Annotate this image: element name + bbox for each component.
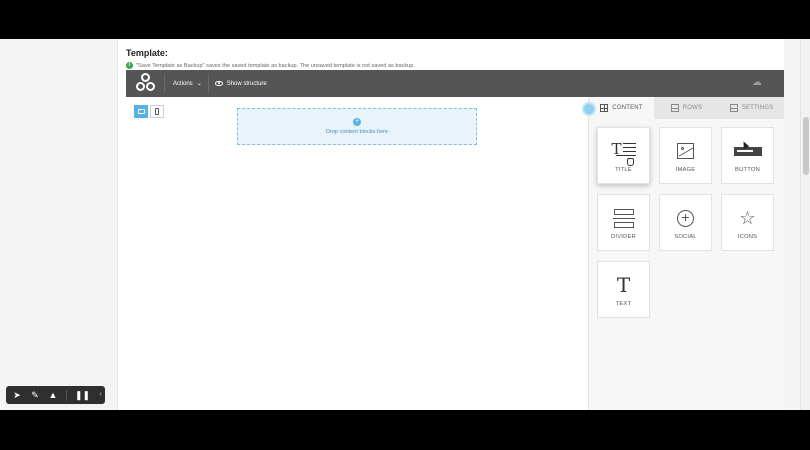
mobile-view-button[interactable]	[150, 105, 164, 118]
block-image[interactable]: IMAGE	[659, 127, 712, 184]
monitor-icon	[137, 109, 145, 114]
annotation-toolbar: ➤ ✎ ▲ ❚❚ ‹	[6, 386, 105, 404]
phone-icon	[155, 108, 159, 115]
content-dropzone[interactable]: + Drop content blocks here	[237, 108, 477, 145]
tab-rows-label: ROWS	[682, 105, 703, 111]
highlighter-icon[interactable]: ▲	[48, 390, 58, 400]
block-label: TEXT	[615, 301, 632, 307]
hand-cursor-icon	[626, 158, 634, 166]
image-icon	[677, 143, 694, 159]
text-icon: T	[616, 273, 631, 297]
template-heading: Template:	[126, 48, 168, 58]
block-divider[interactable]: DIVIDER	[597, 194, 650, 251]
dropzone-label: Drop content blocks here	[325, 129, 389, 135]
social-icon: +	[677, 209, 694, 227]
scrollbar-thumb[interactable]	[803, 117, 809, 175]
toolbar-divider	[207, 75, 209, 92]
chevron-down-icon: ⌄	[196, 81, 202, 87]
block-label: ICONS	[737, 234, 758, 240]
actions-label: Actions	[173, 80, 193, 87]
show-structure-toggle[interactable]: Show structure	[214, 80, 267, 87]
block-text[interactable]: T TEXT	[597, 261, 650, 318]
tab-settings-label: SETTINGS	[741, 105, 774, 111]
rows-icon	[670, 104, 679, 112]
tab-content-label: CONTENT	[612, 105, 643, 111]
toolbar-divider	[164, 75, 165, 92]
device-toggle	[134, 105, 164, 118]
info-icon: i	[126, 62, 133, 69]
backup-note-text: "Save Template as Backup" saves the save…	[136, 62, 415, 69]
button-icon	[733, 146, 762, 156]
cloud-upload-icon[interactable]: ☁	[752, 78, 764, 88]
grid-icon	[600, 104, 609, 112]
toolbar-divider	[66, 389, 67, 401]
email-canvas: + Drop content blocks here	[126, 97, 588, 410]
tab-rows[interactable]: ROWS	[654, 97, 719, 119]
block-icons[interactable]: ☆ ICONS	[721, 194, 774, 251]
divider-icon	[612, 208, 635, 228]
pointer-icon[interactable]: ➤	[12, 390, 22, 400]
settings-icon	[729, 104, 738, 112]
app-screen: Template: i "Save Template as Backup" sa…	[0, 39, 810, 410]
plus-icon: +	[353, 118, 361, 126]
collapse-icon[interactable]: ‹	[99, 389, 102, 398]
panel-collapse-handle[interactable]	[582, 102, 596, 116]
logo-circles-icon	[134, 72, 158, 96]
pen-icon[interactable]: ✎	[30, 390, 40, 400]
backup-note: i "Save Template as Backup" saves the sa…	[126, 62, 415, 69]
title-icon: T	[612, 140, 636, 166]
content-panel: CONTENT ROWS SETTINGS T TITLE IMAGE BUTT…	[582, 97, 784, 410]
block-label: DIVIDER	[611, 234, 636, 240]
tab-settings[interactable]: SETTINGS	[719, 97, 784, 119]
actions-menu-button[interactable]: Actions ⌄	[173, 80, 202, 88]
block-label: TITLE	[615, 167, 632, 173]
eye-icon	[214, 81, 223, 86]
tab-content[interactable]: CONTENT	[589, 97, 654, 119]
show-structure-label: Show structure	[226, 80, 267, 87]
pause-icon[interactable]: ❚❚	[75, 390, 90, 400]
panel-tabs: CONTENT ROWS SETTINGS	[589, 97, 784, 119]
block-label: BUTTON	[735, 167, 760, 173]
block-button[interactable]: BUTTON	[721, 127, 774, 184]
block-social[interactable]: + SOCIAL	[659, 194, 712, 251]
block-label: SOCIAL	[674, 234, 697, 240]
block-title[interactable]: T TITLE	[597, 127, 650, 184]
star-icon: ☆	[739, 208, 756, 228]
editor-toolbar: Actions ⌄ Show structure ☁	[126, 70, 784, 97]
desktop-view-button[interactable]	[134, 105, 148, 118]
page-scrollbar[interactable]	[800, 39, 810, 410]
left-gutter	[0, 39, 118, 410]
block-label: IMAGE	[675, 167, 696, 173]
